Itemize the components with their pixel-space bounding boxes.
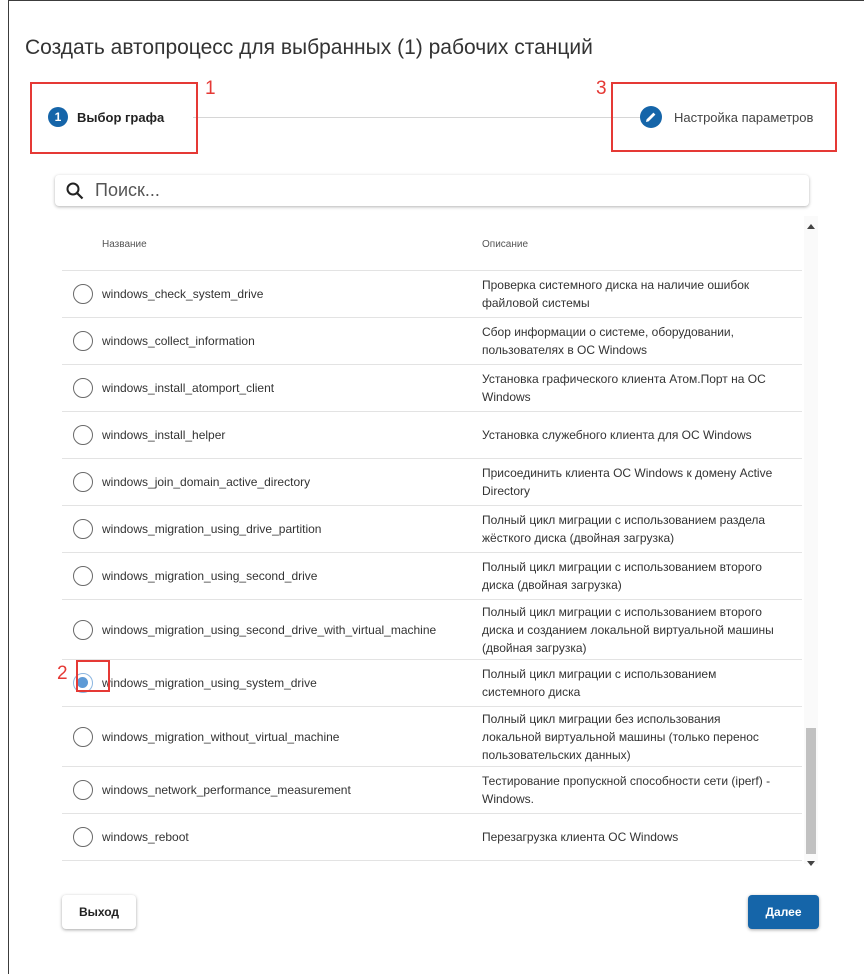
row-graph-description: Проверка системного диска на наличие оши… bbox=[482, 278, 750, 310]
row-graph-description: Присоединить клиента ОС Windows к домену… bbox=[482, 466, 773, 498]
row-graph-name: windows_migration_using_second_drive bbox=[102, 569, 318, 583]
table-row[interactable]: windows_migration_without_virtual_machin… bbox=[62, 707, 802, 767]
row-graph-name: windows_join_domain_active_directory bbox=[102, 475, 311, 489]
row-radio-button[interactable] bbox=[73, 378, 93, 398]
scroll-thumb[interactable] bbox=[806, 728, 816, 854]
column-header-description: Описание bbox=[482, 239, 529, 250]
annotation-label-2: 2 bbox=[57, 663, 68, 684]
row-graph-description: Перезагрузка клиента ОС Windows bbox=[482, 830, 679, 844]
row-graph-name: windows_network_performance_measurement bbox=[102, 783, 351, 797]
graph-table: Название Описание windows_check_system_d… bbox=[62, 216, 802, 864]
table-row[interactable]: windows_migration_using_second_drive_wit… bbox=[62, 600, 802, 660]
exit-button[interactable]: Выход bbox=[62, 895, 136, 929]
search-icon bbox=[66, 182, 84, 199]
annotation-box-3 bbox=[611, 82, 837, 152]
table-row[interactable]: windows_migration_using_system_drive Полн… bbox=[62, 660, 802, 707]
row-graph-description: Сбор информации о системе, оборудовании,… bbox=[482, 325, 734, 357]
row-radio-button[interactable] bbox=[73, 284, 93, 304]
row-radio-button[interactable] bbox=[73, 566, 93, 586]
table-row[interactable]: windows_check_system_drive Проверка систе… bbox=[62, 271, 802, 318]
table-row[interactable]: windows_migration_using_drive_partition П… bbox=[62, 506, 802, 553]
row-graph-name: windows_install_atomport_client bbox=[102, 381, 275, 395]
row-radio-button[interactable] bbox=[73, 780, 93, 800]
scroll-up-arrow-icon[interactable] bbox=[807, 224, 815, 229]
row-graph-description: Установка графического клиента Атом.Порт… bbox=[482, 372, 766, 404]
row-graph-description: Полный цикл миграции с использованием ра… bbox=[482, 513, 766, 545]
row-radio-button[interactable] bbox=[73, 331, 93, 351]
table-header: Название Описание bbox=[62, 216, 802, 271]
row-graph-name: windows_reboot bbox=[102, 830, 189, 844]
annotation-box-1 bbox=[30, 82, 198, 154]
table-row[interactable]: windows_setup_active_directoryУстановка … bbox=[62, 861, 802, 864]
row-radio-button[interactable] bbox=[73, 726, 93, 747]
row-graph-name: windows_collect_information bbox=[102, 334, 255, 348]
row-radio-button[interactable] bbox=[73, 519, 93, 539]
table-row[interactable]: windows_network_performance_measurement Т… bbox=[62, 767, 802, 814]
search-box[interactable] bbox=[55, 175, 809, 206]
annotation-label-1: 1 bbox=[205, 78, 216, 99]
row-radio-button[interactable] bbox=[73, 472, 93, 492]
row-graph-description: Полный цикл миграции с использованием си… bbox=[482, 667, 717, 699]
table-row[interactable]: windows_migration_using_second_drive Полн… bbox=[62, 553, 802, 600]
row-graph-description: Тестирование пропускной способности сети… bbox=[482, 774, 771, 806]
dialog-title: Создать автопроцесс для выбранных (1) ра… bbox=[25, 36, 593, 59]
row-radio-button[interactable] bbox=[73, 425, 93, 445]
stepper-connector bbox=[193, 117, 643, 118]
search-input[interactable] bbox=[93, 179, 773, 202]
row-graph-description: Полный цикл миграции с использованием вт… bbox=[482, 560, 762, 592]
row-graph-name: windows_migration_using_system_drive bbox=[102, 676, 317, 690]
table-row[interactable]: windows_reboot Перезагрузка клиента ОС Wi… bbox=[62, 814, 802, 861]
row-radio-button[interactable] bbox=[73, 619, 93, 640]
table-row[interactable]: windows_install_helper Установка служебно… bbox=[62, 412, 802, 459]
row-radio-button[interactable] bbox=[73, 827, 93, 847]
row-graph-name: windows_migration_using_drive_partition bbox=[102, 522, 322, 536]
table-row[interactable]: windows_collect_information Сбор информац… bbox=[62, 318, 802, 365]
scroll-down-arrow-icon[interactable] bbox=[807, 861, 815, 866]
table-row[interactable]: windows_join_domain_active_directory Прис… bbox=[62, 459, 802, 506]
annotation-box-2 bbox=[76, 660, 110, 692]
row-graph-name: windows_install_helper bbox=[102, 428, 226, 442]
row-graph-description: Полный цикл миграции без использования л… bbox=[482, 711, 759, 762]
next-button[interactable]: Далее bbox=[748, 895, 819, 929]
row-graph-name: windows_check_system_drive bbox=[102, 287, 264, 301]
annotation-label-3: 3 bbox=[596, 78, 607, 99]
row-graph-name: windows_migration_using_second_drive_wit… bbox=[102, 622, 437, 637]
column-header-name: Название bbox=[102, 239, 147, 250]
row-graph-description: Установка служебного клиента для ОС Wind… bbox=[482, 428, 752, 442]
row-graph-description: Полный цикл миграции с использованием вт… bbox=[482, 604, 774, 655]
row-graph-name: windows_migration_without_virtual_machin… bbox=[102, 729, 340, 744]
table-scrollbar[interactable] bbox=[804, 216, 818, 866]
table-row[interactable]: windows_install_atomport_client Установка… bbox=[62, 365, 802, 412]
